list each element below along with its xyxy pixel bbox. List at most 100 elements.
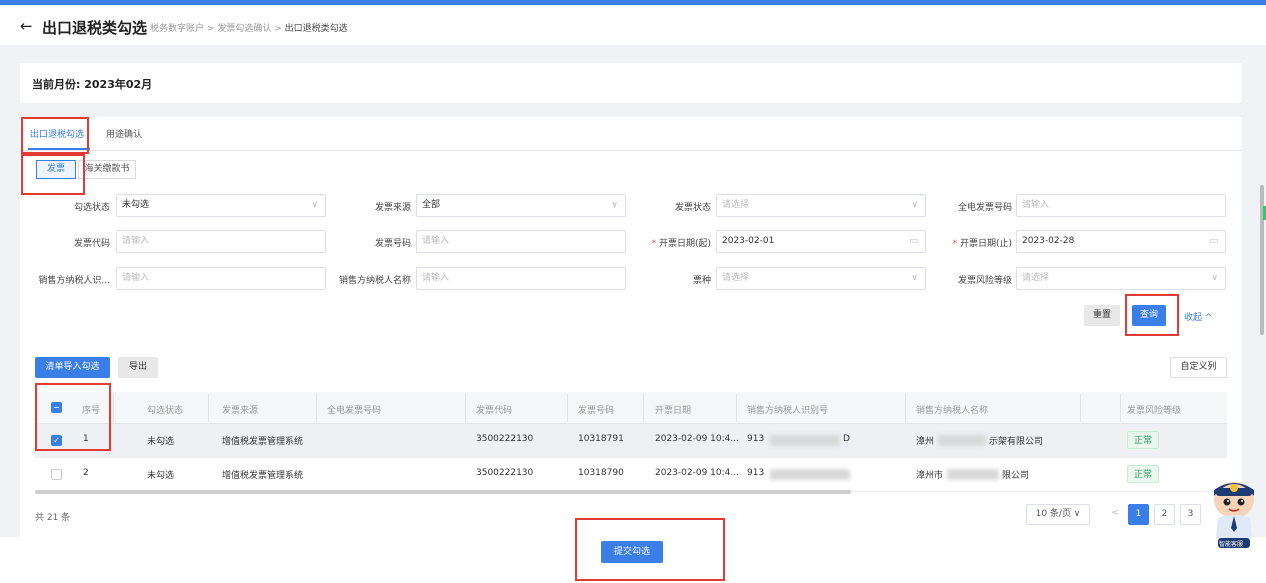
page-1-button[interactable]: 1 [1128,504,1149,525]
tab-divider [20,150,1242,151]
collapse-link[interactable]: 收起 ^ [1184,310,1212,323]
invoice-code-label: 发票代码 [73,239,110,249]
import-check-button[interactable]: 清单导入勾选 [35,357,110,378]
cell-number: 10318790 [578,468,624,478]
column-divider [1120,394,1121,422]
cell-status: 未勾选 [147,471,175,481]
date-start-picker[interactable]: 2023-02-01 ▭ [716,230,926,253]
highlight-frame [21,154,85,195]
column-header: 发票代码 [476,406,513,416]
risk-level-select[interactable]: 请选择 ∨ [1016,267,1226,290]
chevron-down-icon: ∨ [1211,273,1218,283]
check-status-select[interactable]: 未勾选 ∨ [116,194,326,217]
column-divider [208,394,209,422]
column-divider [905,394,906,422]
cell-code: 3500222130 [476,434,534,444]
cell-date: 2023-02-09 10:4... [655,434,739,444]
invoice-type-select[interactable]: 请选择 ∨ [716,267,926,290]
cell-number: 10318791 [578,434,624,444]
row-checkbox[interactable] [51,469,62,480]
highlight-frame [35,383,111,451]
cell-tax-id: 913 [747,434,765,444]
breadcrumb-item[interactable]: 发票勾选确认 [217,24,271,34]
table-row[interactable]: ✓ 1 未勾选 增值税发票管理系统 3500222130 10318791 20… [35,424,1227,458]
column-header: 勾选状态 [147,406,184,416]
breadcrumb-item[interactable]: 税务数字账户 [150,24,204,34]
seller-name-label: 销售方纳税人名称 [338,276,411,286]
reset-button[interactable]: 重置 [1084,305,1120,326]
full-elec-no-label: 全电发票号码 [957,203,1012,213]
subtab-customs-payment[interactable]: 海关缴款书 [78,160,136,179]
invoice-no-input[interactable]: 请输入 [416,230,626,253]
column-divider [1080,394,1081,422]
redacted-mask [938,435,986,446]
column-divider [643,394,644,422]
page-2-button[interactable]: 2 [1154,504,1175,525]
column-divider [465,394,466,422]
invoice-no-label: 发票号码 [374,239,411,249]
date-start-label: * 开票日期(起) [651,239,711,249]
breadcrumb-separator: > [274,24,282,34]
highlight-frame [1125,294,1179,336]
date-end-picker[interactable]: 2023-02-28 ▭ [1016,230,1226,253]
chevron-down-icon: ∨ [911,200,918,210]
seller-tax-id-label: 销售方纳税人识... [38,276,110,286]
risk-badge: 正常 [1127,465,1160,483]
column-header: 销售方纳税人名称 [916,406,989,416]
page-title: 出口退税类勾选 [42,19,148,37]
cell-source: 增值税发票管理系统 [222,437,304,447]
invoice-source-select[interactable]: 全部 ∨ [416,194,626,217]
tab-usage-confirm[interactable]: 用途确认 [106,127,142,140]
highlight-frame [21,117,89,154]
cell-date: 2023-02-09 10:4... [655,468,739,478]
column-divider [736,394,737,422]
prev-page-button[interactable]: < [1104,504,1126,525]
breadcrumb-separator: > [206,24,215,34]
breadcrumb: 税务数字账户 > 发票勾选确认 > 出口退税类勾选 [150,21,348,34]
risk-level-label: 发票风险等级 [957,276,1012,286]
invoice-type-label: 票种 [692,276,711,286]
chevron-down-icon: ∨ [611,200,618,210]
cell-seller-name-end: 限公司 [1002,471,1030,481]
invoice-code-input[interactable]: 请输入 [116,230,326,253]
full-elec-no-input[interactable]: 请输入 [1016,194,1226,217]
column-header: 销售方纳税人识别号 [747,406,829,416]
cell-seller-name: 漳州市 [916,471,944,481]
table-header: − 序号 勾选状态 发票来源 全电发票号码 发票代码 发票号码 开票日期 销售方… [35,392,1227,424]
highlight-frame [575,518,725,581]
column-header: 发票号码 [578,406,615,416]
risk-badge: 正常 [1127,431,1160,449]
assistant-mascot-icon[interactable]: 智能客服 [1210,476,1258,550]
footer-bar: 提交勾选 [0,518,1266,583]
redacted-mask [770,469,850,480]
cell-index: 2 [83,468,89,478]
export-button[interactable]: 导出 [118,357,158,378]
cell-seller-name: 漳州 [916,437,935,447]
breadcrumb-current: 出口退税类勾选 [284,24,348,34]
date-end-label: * 开票日期(止) [952,239,1012,249]
column-header: 开票日期 [655,406,692,416]
calendar-icon: ▭ [909,236,918,246]
column-header: 发票风险等级 [1127,406,1182,416]
invoice-source-label: 发票来源 [374,203,411,213]
cell-status: 未勾选 [147,437,175,447]
cell-tax-id: 913 [747,468,765,478]
seller-name-input[interactable]: 请输入 [416,267,626,290]
cell-source: 增值税发票管理系统 [222,471,304,481]
back-arrow-icon[interactable]: ← [20,17,33,35]
seller-tax-id-input[interactable]: 请输入 [116,267,326,290]
cell-tax-id-end: D [843,434,850,444]
current-month: 当前月份: 2023年02月 [32,78,153,91]
table-row[interactable]: 2 未勾选 增值税发票管理系统 3500222130 10318790 2023… [35,458,1227,492]
chevron-down-icon: ∨ [311,200,318,210]
total-count: 共 21 条 [35,513,71,523]
custom-columns-button[interactable]: 自定义列 [1170,357,1227,378]
column-divider [113,394,114,422]
cell-seller-name-end: 示架有限公司 [989,437,1044,447]
page-3-button[interactable]: 3 [1180,504,1201,525]
page-size-select[interactable]: 10 条/页 ∨ [1026,504,1090,525]
mascot-caption: 智能客服 [1219,541,1244,548]
table-horizontal-scrollbar[interactable] [35,490,851,494]
invoice-status-label: 发票状态 [674,203,711,213]
invoice-status-select[interactable]: 请选择 ∨ [716,194,926,217]
